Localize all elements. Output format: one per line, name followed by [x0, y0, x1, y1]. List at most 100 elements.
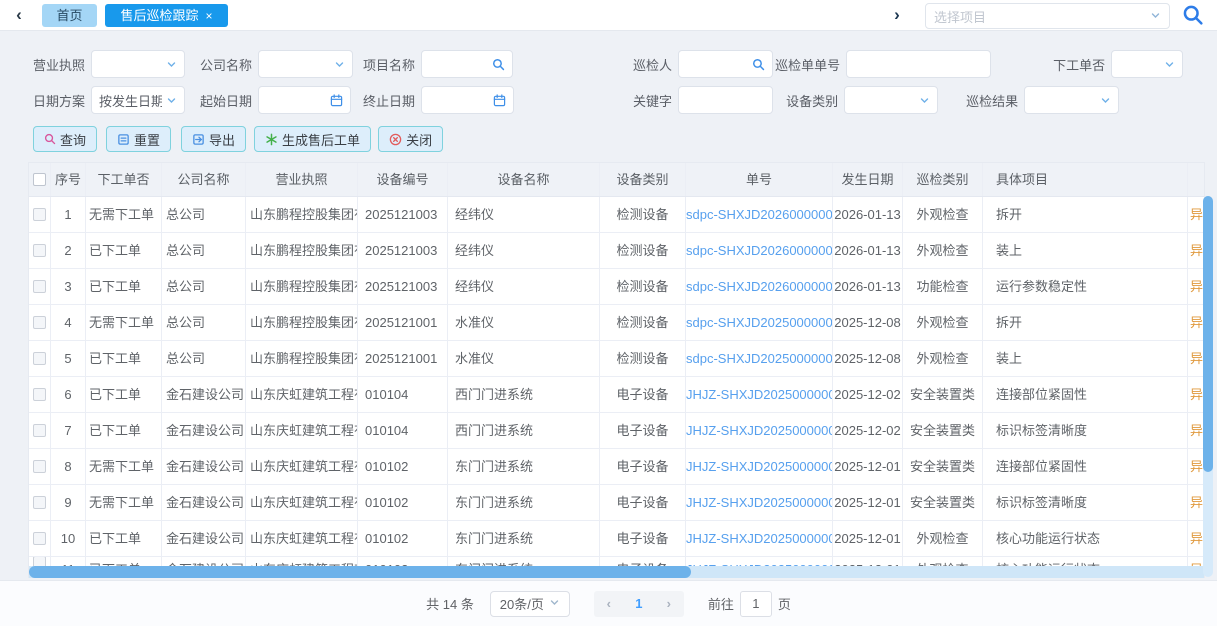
end-date-input[interactable]: [421, 86, 514, 114]
table-cell: 2026-01-13: [833, 269, 903, 304]
filter-label: 关键字: [633, 91, 672, 110]
inspection-result-select[interactable]: [1024, 86, 1119, 114]
order-number-link[interactable]: JHJZ-SHXJD20250000002: [686, 495, 833, 510]
prev-page-button[interactable]: ‹: [594, 596, 624, 611]
order-number-link[interactable]: JHJZ-SHXJD20250000002: [686, 459, 833, 474]
row-checkbox[interactable]: [33, 460, 46, 473]
table-cell: 经纬仪: [448, 269, 600, 304]
inspection-order-no-input[interactable]: [846, 50, 991, 78]
order-number-link[interactable]: sdpc-SHXJD20260000001: [686, 279, 833, 294]
goto-page-input[interactable]: 1: [740, 591, 772, 617]
filter-label: 终止日期: [363, 91, 415, 110]
order-number-link[interactable]: sdpc-SHXJD20260000001: [686, 207, 833, 222]
table-cell: 山东庆虹建筑工程有限公司: [246, 521, 358, 556]
reset-button[interactable]: 重置: [106, 126, 171, 152]
table-cell: 连接部位紧固性: [983, 449, 1188, 484]
table-cell: 010104: [358, 377, 448, 412]
row-checkbox[interactable]: [33, 280, 46, 293]
table-cell: 检测设备: [600, 305, 686, 340]
order-number-cell: JHJZ-SHXJD20250000003: [686, 377, 833, 412]
row-checkbox[interactable]: [33, 424, 46, 437]
device-category-select[interactable]: [844, 86, 938, 114]
page-size-select[interactable]: 20条/页: [490, 591, 570, 617]
tab-home[interactable]: 首页: [42, 4, 97, 27]
chevron-down-icon: [166, 59, 177, 70]
select-all-checkbox[interactable]: [33, 173, 46, 186]
table-row: 3已下工单总公司山东鹏程控股集团有限公司2025121003经纬仪检测设备sdp…: [29, 269, 1205, 305]
order-number-link[interactable]: JHJZ-SHXJD20250000003: [686, 423, 833, 438]
filter-label: 巡检人: [633, 55, 672, 74]
table-cell: 金石建设公司: [162, 449, 246, 484]
table-cell: 标识标签清晰度: [983, 485, 1188, 520]
filter-label: 起始日期: [200, 91, 252, 110]
query-button[interactable]: 查询: [33, 126, 97, 152]
table-cell: 6: [51, 377, 86, 412]
vertical-scrollbar-thumb[interactable]: [1203, 196, 1213, 472]
pager: ‹ 1 ›: [594, 591, 684, 617]
next-page-button[interactable]: ›: [654, 596, 684, 611]
table-cell: 010102: [358, 485, 448, 520]
date-scheme-select[interactable]: 按发生日期: [91, 86, 185, 114]
search-icon: [492, 58, 505, 71]
tabs-scroll-right-icon[interactable]: ›: [886, 4, 908, 26]
row-checkbox-cell: [29, 341, 51, 376]
column-header: 设备名称: [448, 163, 600, 196]
table-cell: 9: [51, 485, 86, 520]
tab-after-sales-inspection[interactable]: 售后巡检跟踪×: [105, 4, 228, 27]
table-cell: 拆开: [983, 197, 1188, 232]
order-number-link[interactable]: JHJZ-SHXJD20250000003: [686, 387, 833, 402]
global-search-icon[interactable]: [1182, 4, 1206, 28]
project-select[interactable]: 选择项目: [925, 3, 1170, 29]
table-cell: 经纬仪: [448, 233, 600, 268]
table-cell: 2025-12-01: [833, 449, 903, 484]
generate-work-order-button[interactable]: 生成售后工单: [254, 126, 371, 152]
row-checkbox[interactable]: [33, 388, 46, 401]
order-number-link[interactable]: JHJZ-SHXJD20250000002: [686, 531, 833, 546]
table-cell: 山东鹏程控股集团有限公司: [246, 197, 358, 232]
export-button[interactable]: 导出: [181, 126, 246, 152]
filter-group: 下工单否: [1053, 50, 1183, 78]
table-cell: 无需下工单: [86, 305, 162, 340]
start-date-input[interactable]: [258, 86, 351, 114]
row-checkbox[interactable]: [33, 352, 46, 365]
table-cell: 金石建设公司: [162, 521, 246, 556]
order-number-link[interactable]: sdpc-SHXJD20260000001: [686, 243, 833, 258]
work-order-flag-select[interactable]: [1111, 50, 1183, 78]
button-label: 重置: [134, 130, 160, 149]
inspector-input[interactable]: [678, 50, 773, 78]
tabs-scroll-left-icon[interactable]: ‹: [8, 4, 30, 26]
column-header: 下工单否: [86, 163, 162, 196]
company-name-select[interactable]: [258, 50, 353, 78]
table-cell: 外观检查: [903, 341, 983, 376]
table-cell: 2025-12-01: [833, 485, 903, 520]
row-checkbox[interactable]: [33, 208, 46, 221]
business-license-select[interactable]: [91, 50, 185, 78]
table-cell: 2025-12-02: [833, 413, 903, 448]
keyword-input[interactable]: [678, 86, 773, 114]
table-cell: 核心功能运行状态: [983, 521, 1188, 556]
table-cell: 5: [51, 341, 86, 376]
table-cell: 总公司: [162, 269, 246, 304]
row-checkbox[interactable]: [33, 496, 46, 509]
tab-close-icon[interactable]: ×: [206, 9, 213, 23]
table-cell: 已下工单: [86, 233, 162, 268]
table-cell: 山东庆虹建筑工程有限公司: [246, 413, 358, 448]
row-checkbox[interactable]: [33, 244, 46, 257]
filter-label: 公司名称: [200, 55, 252, 74]
order-number-link[interactable]: sdpc-SHXJD20250000003: [686, 315, 833, 330]
horizontal-scrollbar-thumb[interactable]: [29, 566, 691, 578]
table-cell: 山东鹏程控股集团有限公司: [246, 233, 358, 268]
order-number-link[interactable]: sdpc-SHXJD20250000003: [686, 351, 833, 366]
project-name-input[interactable]: [421, 50, 513, 78]
row-checkbox[interactable]: [33, 532, 46, 545]
vertical-scrollbar[interactable]: [1203, 196, 1213, 577]
current-page[interactable]: 1: [624, 596, 654, 611]
close-button[interactable]: 关闭: [378, 126, 443, 152]
column-header: 设备编号: [358, 163, 448, 196]
column-header-clipped: [1188, 163, 1205, 196]
results-table: 序号下工单否公司名称营业执照设备编号设备名称设备类别单号发生日期巡检类别具体项目…: [28, 162, 1205, 578]
row-checkbox[interactable]: [33, 316, 46, 329]
table-cell: 2025121001: [358, 305, 448, 340]
column-header: 具体项目: [983, 163, 1188, 196]
horizontal-scrollbar[interactable]: [29, 566, 1205, 578]
